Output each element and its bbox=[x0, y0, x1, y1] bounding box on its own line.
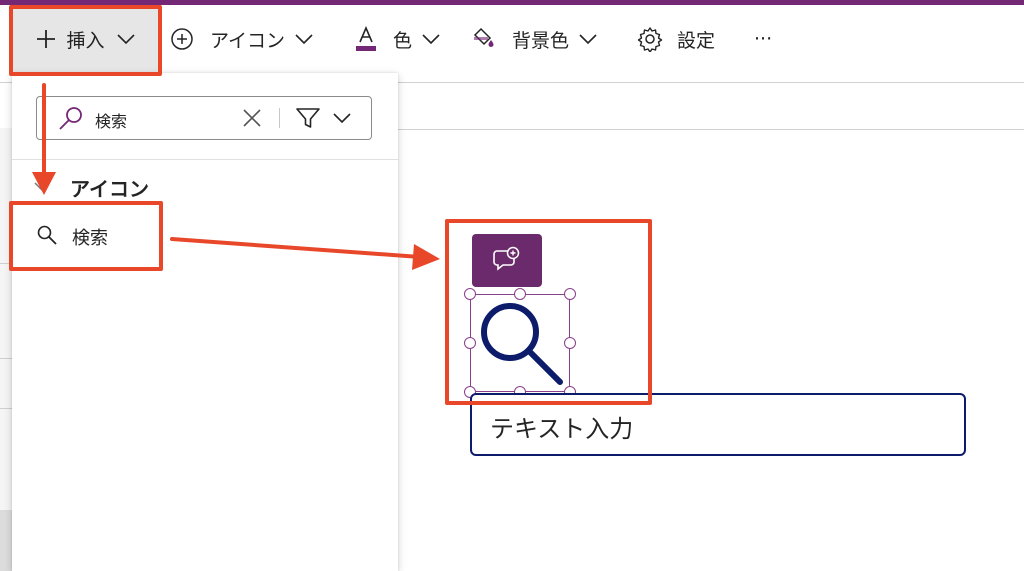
chevron-down-icon bbox=[295, 33, 313, 45]
chevron-down-icon bbox=[116, 33, 135, 45]
insert-flyout-panel: 検索 アイコン 検索 bbox=[12, 73, 398, 571]
chevron-down-icon bbox=[422, 33, 440, 45]
font-color-icon bbox=[355, 26, 377, 52]
chevron-down-icon[interactable] bbox=[333, 109, 351, 128]
icon-result-search[interactable]: 検索 bbox=[22, 213, 166, 261]
group-header-icons[interactable]: アイコン bbox=[34, 173, 149, 201]
more-options-button[interactable]: ··· bbox=[754, 5, 772, 73]
rail-divider bbox=[0, 408, 12, 409]
filter-icon[interactable] bbox=[295, 107, 321, 133]
icon-dropdown-button[interactable]: アイコン bbox=[170, 5, 313, 73]
annotation-arrow-right-head bbox=[412, 244, 440, 270]
comment-add-icon bbox=[493, 246, 521, 276]
more-icon: ··· bbox=[754, 28, 773, 50]
resize-handle[interactable] bbox=[464, 288, 476, 300]
bg-color-label: 背景色 bbox=[512, 29, 570, 52]
clear-icon[interactable] bbox=[242, 108, 262, 132]
rail-divider bbox=[0, 263, 12, 264]
result-label: 検索 bbox=[72, 228, 108, 249]
panel-divider bbox=[12, 159, 398, 160]
rail-divider bbox=[0, 358, 12, 359]
resize-handle[interactable] bbox=[464, 337, 476, 349]
text-input-control[interactable]: テキスト入力 bbox=[470, 393, 966, 456]
gear-icon bbox=[637, 26, 663, 52]
add-circle-icon bbox=[170, 27, 194, 51]
add-comment-button[interactable] bbox=[472, 234, 542, 287]
color-dropdown-button[interactable]: 色 bbox=[355, 5, 440, 73]
text-input-value: テキスト入力 bbox=[490, 415, 634, 443]
paint-bucket-icon bbox=[472, 27, 498, 51]
color-label: 色 bbox=[393, 29, 413, 52]
plus-icon bbox=[36, 29, 56, 49]
search-icon bbox=[57, 106, 85, 136]
bg-color-dropdown-button[interactable]: 背景色 bbox=[472, 5, 597, 73]
search-separator bbox=[279, 108, 280, 128]
search-input[interactable]: 検索 bbox=[95, 108, 127, 132]
tree-view-rail bbox=[0, 128, 12, 571]
icon-label: アイコン bbox=[210, 29, 286, 52]
insert-button[interactable]: 挿入 bbox=[13, 5, 158, 73]
insert-label: 挿入 bbox=[66, 29, 105, 52]
icon-search-box[interactable]: 検索 bbox=[36, 96, 372, 140]
group-label: アイコン bbox=[70, 176, 149, 201]
command-toolbar: 挿入 アイコン 色 背景色 設定 ··· bbox=[0, 5, 1024, 73]
chevron-down-icon bbox=[579, 33, 597, 45]
chevron-down-icon bbox=[34, 178, 50, 197]
settings-label: 設定 bbox=[677, 29, 716, 52]
settings-button[interactable]: 設定 bbox=[637, 5, 715, 73]
search-icon[interactable] bbox=[476, 298, 568, 394]
rail-selected-block bbox=[0, 510, 12, 571]
search-icon bbox=[36, 224, 58, 250]
